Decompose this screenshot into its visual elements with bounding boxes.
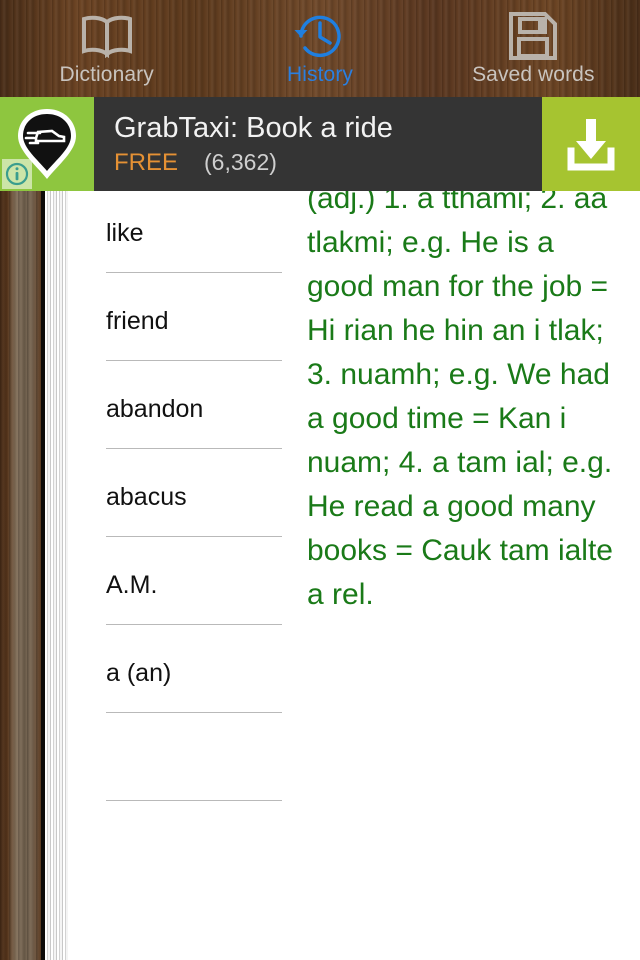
tab-saved-words-label: Saved words: [472, 63, 595, 86]
tab-history-label: History: [286, 63, 354, 86]
book-icon: [79, 8, 135, 64]
list-item[interactable]: A.M.: [106, 537, 300, 625]
word-label: a (an): [106, 659, 172, 687]
list-item[interactable]: abandon: [106, 361, 300, 449]
word-label: like: [106, 219, 144, 247]
word-label: abandon: [106, 395, 204, 423]
ad-price-label: FREE: [114, 149, 179, 176]
tab-dictionary[interactable]: Dictionary: [0, 0, 213, 97]
info-icon: [5, 162, 29, 186]
ad-title: GrabTaxi: Book a ride: [114, 112, 393, 144]
clock-history-icon: [292, 8, 348, 64]
book-edge-decoration: [0, 97, 68, 960]
tab-dictionary-label: Dictionary: [59, 63, 154, 86]
list-item[interactable]: friend: [106, 273, 300, 361]
definition-panel: Save (adj.) 1. a tthami; 2. aa tlakmi; e…: [300, 97, 640, 960]
top-tab-bar: Dictionary History Saved words: [0, 0, 640, 97]
tab-history[interactable]: History: [213, 0, 426, 97]
definition-text: (adj.) 1. a tthami; 2. aa tlakmi; e.g. H…: [307, 182, 613, 611]
app-root: Dictionary History Saved words like frie…: [0, 0, 640, 960]
word-label: abacus: [106, 483, 187, 511]
word-label: A.M.: [106, 571, 158, 599]
list-item[interactable]: a (an): [106, 625, 300, 713]
list-item[interactable]: like: [106, 185, 300, 273]
history-word-list[interactable]: good like friend abandon abacus A.M. a (…: [68, 97, 300, 960]
ad-info-badge[interactable]: [2, 159, 32, 189]
word-label: friend: [106, 307, 169, 335]
wood-texture: [0, 97, 41, 960]
page-edges: [45, 97, 68, 960]
floppy-disk-icon: [507, 8, 559, 64]
download-icon: [567, 119, 615, 171]
ad-rating-count: (6,362): [204, 149, 277, 175]
ad-banner[interactable]: GrabTaxi: Book a ride FREE (6,362): [0, 97, 640, 191]
ad-install-button[interactable]: [542, 97, 640, 191]
list-item[interactable]: abacus: [106, 449, 300, 537]
ad-app-icon-wrap: [0, 97, 94, 191]
ad-text-block: GrabTaxi: Book a ride FREE (6,362): [94, 97, 542, 191]
content-area: good like friend abandon abacus A.M. a (…: [0, 97, 640, 960]
list-item[interactable]: [106, 713, 300, 801]
ad-subtitle-row: FREE (6,362): [114, 148, 542, 177]
tab-saved-words[interactable]: Saved words: [427, 0, 640, 97]
